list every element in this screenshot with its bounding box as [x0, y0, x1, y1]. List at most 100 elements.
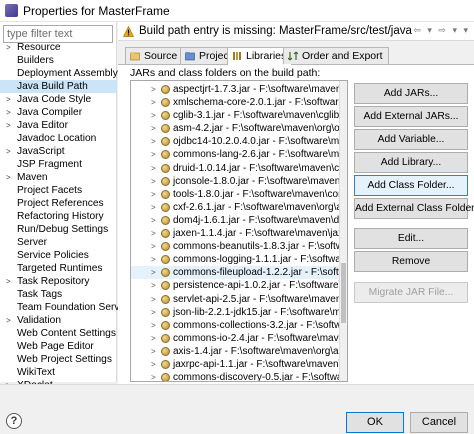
- help-icon[interactable]: ?: [6, 413, 22, 429]
- nav-item[interactable]: > Java Editor: [0, 119, 117, 132]
- chevron-right-icon[interactable]: >: [151, 135, 156, 148]
- chevron-right-icon[interactable]: >: [151, 371, 156, 381]
- libraries-scrollbar[interactable]: [339, 81, 347, 381]
- chevron-right-icon[interactable]: >: [151, 253, 156, 266]
- add-class-folder-button[interactable]: Add Class Folder...: [354, 175, 468, 196]
- nav-item[interactable]: Builders: [0, 54, 117, 67]
- library-item[interactable]: > commons-io-2.4.jar - F:\software\maven\…: [131, 332, 347, 345]
- nav-item[interactable]: Refactoring History: [0, 210, 117, 223]
- chevron-right-icon[interactable]: >: [151, 293, 156, 306]
- chevron-right-icon[interactable]: >: [151, 332, 156, 345]
- chevron-right-icon[interactable]: >: [151, 306, 156, 319]
- nav-item[interactable]: Service Policies: [0, 249, 117, 262]
- chevron-right-icon[interactable]: >: [6, 93, 11, 106]
- library-item[interactable]: > commons-discovery-0.5.jar - F:\software…: [131, 371, 347, 381]
- add-jars-button[interactable]: Add JARs...: [354, 83, 468, 104]
- chevron-right-icon[interactable]: >: [151, 96, 156, 109]
- library-item[interactable]: > commons-logging-1.1.1.jar - F:\software…: [131, 253, 347, 266]
- nav-item[interactable]: > Resource: [0, 41, 117, 54]
- library-item[interactable]: > aspectjrt-1.7.3.jar - F:\software\maven…: [131, 83, 347, 96]
- library-item[interactable]: > dom4j-1.6.1.jar - F:\software\maven\dom…: [131, 214, 347, 227]
- nav-item[interactable]: Java Build Path: [0, 80, 117, 93]
- nav-item[interactable]: Web Project Settings: [0, 353, 117, 366]
- nav-item-label: JavaScript: [17, 146, 65, 157]
- nav-item-label: Java Code Style: [17, 94, 92, 105]
- chevron-right-icon[interactable]: >: [151, 227, 156, 240]
- chevron-right-icon[interactable]: >: [151, 214, 156, 227]
- chevron-right-icon[interactable]: >: [151, 162, 156, 175]
- chevron-right-icon[interactable]: >: [151, 122, 156, 135]
- nav-item[interactable]: Project Facets: [0, 184, 117, 197]
- chevron-right-icon[interactable]: >: [151, 266, 156, 279]
- nav-item[interactable]: Deployment Assembly: [0, 67, 118, 80]
- library-item[interactable]: > ojdbc14-10.2.0.4.0.jar - F:\software\ma…: [131, 135, 347, 148]
- chevron-right-icon[interactable]: >: [151, 148, 156, 161]
- library-item[interactable]: > servlet-api-2.5.jar - F:\software\maven…: [131, 293, 347, 306]
- library-item[interactable]: > axis-1.4.jar - F:\software\maven\org\ap…: [131, 345, 347, 358]
- library-item[interactable]: > commons-beanutils-1.8.3.jar - F:\softwa…: [131, 240, 347, 253]
- nav-item[interactable]: JSP Fragment: [0, 158, 117, 171]
- nav-item[interactable]: WikiText: [0, 366, 117, 379]
- history-nav-arrows[interactable]: ⇦ ▾ ⇨ ▾ ▾: [413, 25, 470, 36]
- chevron-right-icon[interactable]: >: [6, 314, 11, 327]
- library-item[interactable]: > jaxrpc-api-1.1.jar - F:\software\maven\…: [131, 358, 347, 371]
- library-item[interactable]: > commons-lang-2.6.jar - F:\software\mave…: [131, 148, 347, 161]
- remove-button[interactable]: Remove: [354, 251, 468, 272]
- library-item[interactable]: > xmlschema-core-2.0.1.jar - F:\software\…: [131, 96, 347, 109]
- chevron-right-icon[interactable]: >: [151, 83, 156, 96]
- library-item[interactable]: > json-lib-2.2.1-jdk15.jar - F:\software\…: [131, 306, 347, 319]
- chevron-right-icon[interactable]: >: [6, 275, 11, 288]
- nav-item[interactable]: Server: [0, 236, 117, 249]
- chevron-right-icon[interactable]: >: [6, 171, 11, 184]
- edit-button[interactable]: Edit...: [354, 228, 468, 249]
- add-variable-button[interactable]: Add Variable...: [354, 129, 468, 150]
- nav-item[interactable]: Task Tags: [0, 288, 117, 301]
- add-external-jars-button[interactable]: Add External JARs...: [354, 106, 468, 127]
- nav-item[interactable]: > Maven: [0, 171, 117, 184]
- library-item[interactable]: > commons-collections-3.2.jar - F:\softwa…: [131, 319, 347, 332]
- nav-item[interactable]: Javadoc Location: [0, 132, 117, 145]
- library-item[interactable]: > persistence-api-1.0.2.jar - F:\software…: [131, 279, 347, 292]
- library-item[interactable]: > asm-4.2.jar - F:\software\maven\org\ow2…: [131, 122, 347, 135]
- chevron-right-icon[interactable]: >: [6, 145, 11, 158]
- nav-item[interactable]: Run/Debug Settings: [0, 223, 117, 236]
- add-library-button[interactable]: Add Library...: [354, 152, 468, 173]
- chevron-right-icon[interactable]: >: [151, 109, 156, 122]
- chevron-right-icon[interactable]: >: [151, 240, 156, 253]
- library-item[interactable]: > cxf-2.6.1.jar - F:\software\maven\org\a…: [131, 201, 347, 214]
- nav-item[interactable]: Targeted Runtimes: [0, 262, 117, 275]
- chevron-right-icon[interactable]: >: [151, 279, 156, 292]
- nav-item[interactable]: Project References: [0, 197, 117, 210]
- chevron-right-icon[interactable]: >: [151, 175, 156, 188]
- nav-item[interactable]: > Java Compiler: [0, 106, 117, 119]
- nav-item[interactable]: Web Content Settings: [0, 327, 117, 340]
- tab-source[interactable]: Source: [125, 47, 184, 64]
- chevron-right-icon[interactable]: >: [6, 119, 11, 132]
- chevron-right-icon[interactable]: >: [6, 41, 11, 54]
- libraries-tree[interactable]: > aspectjrt-1.7.3.jar - F:\software\maven…: [130, 80, 348, 382]
- add-external-class-folder-button[interactable]: Add External Class Folder...: [354, 198, 474, 219]
- scrollbar-thumb[interactable]: [341, 263, 346, 323]
- nav-item[interactable]: > Validation: [0, 314, 117, 327]
- library-item[interactable]: > tools-1.8.0.jar - F:\software\maven\com…: [131, 188, 347, 201]
- library-item[interactable]: > druid-1.0.14.jar - F:\software\maven\co…: [131, 162, 347, 175]
- chevron-right-icon[interactable]: >: [151, 201, 156, 214]
- library-item[interactable]: > commons-fileupload-1.2.2.jar - F:\softw…: [131, 266, 347, 280]
- nav-item[interactable]: > Task Repository: [0, 275, 117, 288]
- nav-item[interactable]: Web Page Editor: [0, 340, 117, 353]
- chevron-right-icon[interactable]: >: [151, 319, 156, 332]
- chevron-right-icon[interactable]: >: [151, 188, 156, 201]
- chevron-right-icon[interactable]: >: [151, 345, 156, 358]
- library-item[interactable]: > cglib-3.1.jar - F:\software\maven\cglib…: [131, 109, 347, 122]
- cancel-button[interactable]: Cancel: [410, 412, 468, 433]
- nav-item[interactable]: > Java Code Style: [0, 93, 117, 106]
- library-item[interactable]: > jconsole-1.8.0.jar - F:\software\maven\…: [131, 175, 347, 188]
- nav-item[interactable]: > JavaScript: [0, 145, 117, 158]
- nav-item[interactable]: Team Foundation Server: [0, 301, 129, 314]
- chevron-right-icon[interactable]: >: [151, 358, 156, 371]
- tab-order-export[interactable]: Order and Export: [283, 47, 389, 64]
- library-item[interactable]: > jaxen-1.1.4.jar - F:\software\maven\jax…: [131, 227, 347, 240]
- migrate-jar-button[interactable]: Migrate JAR File...: [354, 282, 468, 303]
- chevron-right-icon[interactable]: >: [6, 106, 11, 119]
- ok-button[interactable]: OK: [346, 412, 404, 433]
